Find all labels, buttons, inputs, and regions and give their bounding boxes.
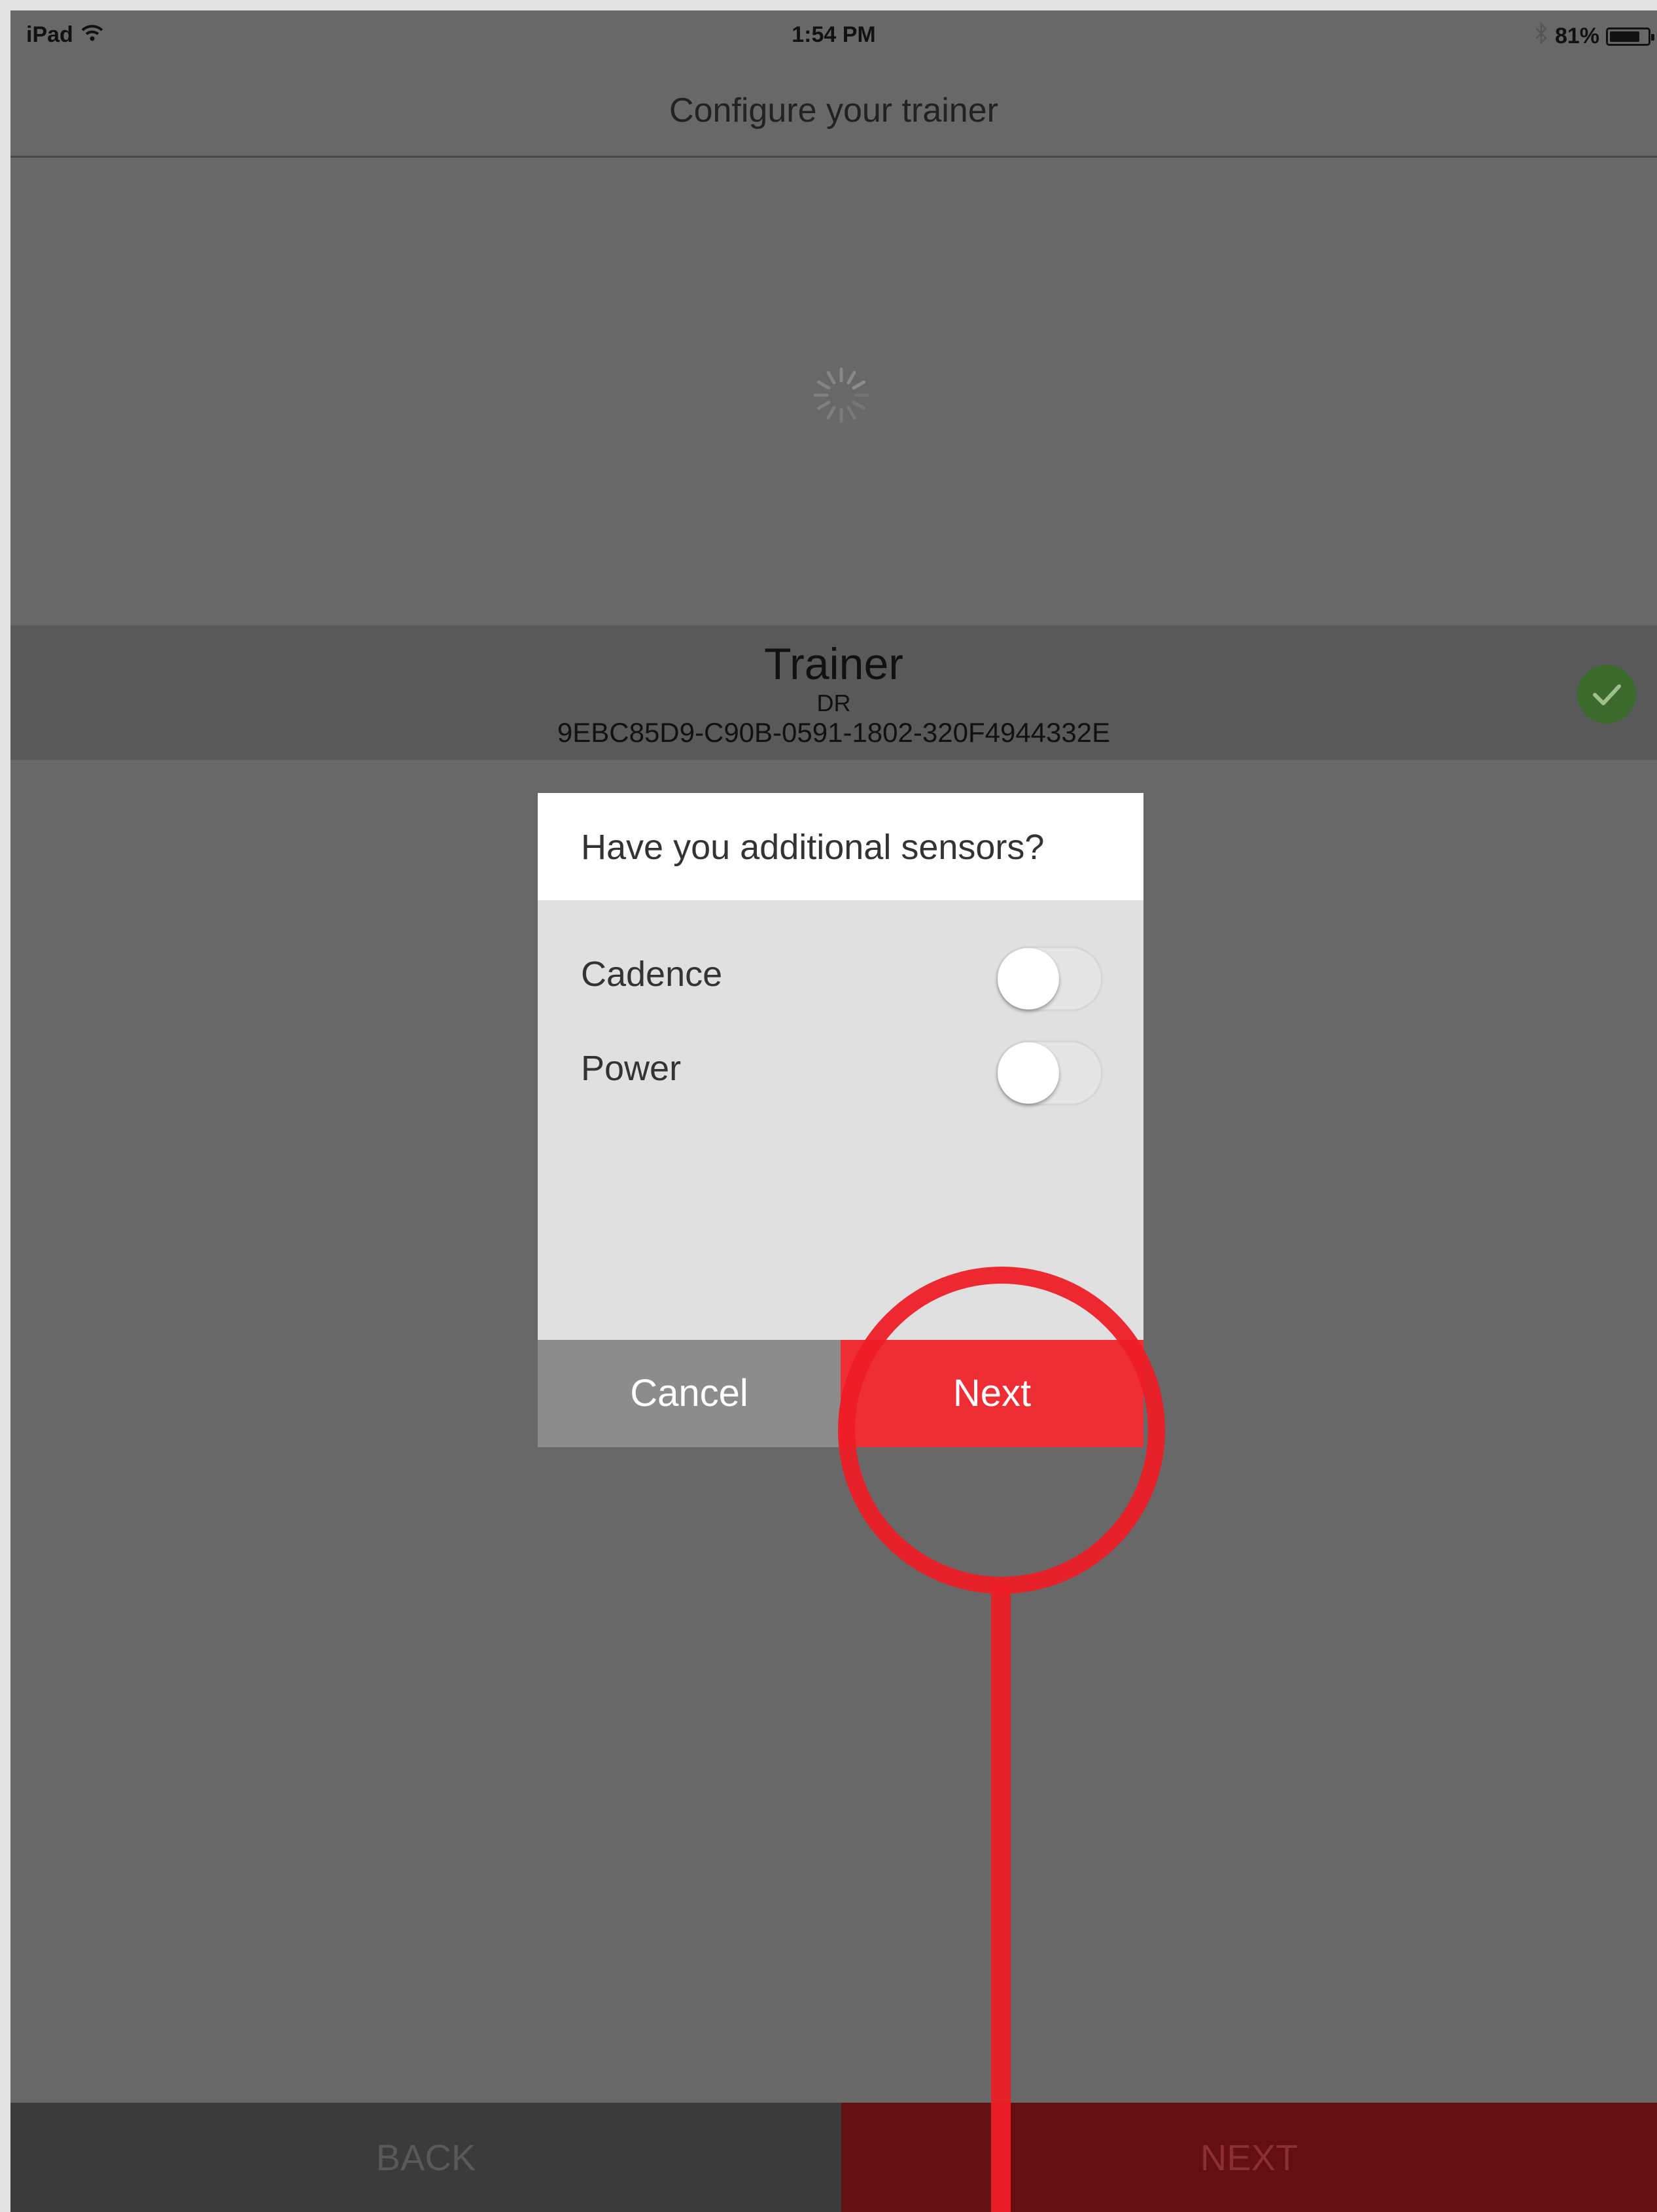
status-time: 1:54 PM: [792, 22, 876, 47]
trainer-model: DR: [816, 690, 851, 716]
back-button[interactable]: BACK: [10, 2103, 841, 2212]
battery-fill: [1610, 31, 1639, 42]
nav-bar: Configure your trainer: [10, 60, 1657, 158]
page-title: Configure your trainer: [669, 92, 998, 130]
dialog-header: Have you additional sensors?: [538, 793, 1143, 900]
spinner-tick: [826, 406, 836, 420]
highlight-circle: [838, 1267, 1165, 1594]
check-circle-icon: [1577, 665, 1636, 724]
spinner-tick: [846, 406, 856, 420]
sensor-label-power: Power: [581, 1049, 682, 1088]
toggle-knob: [998, 948, 1059, 1009]
app-screen: iPad 1:54 PM 81% Configure your trainer …: [10, 10, 1657, 2212]
cancel-button[interactable]: Cancel: [538, 1340, 841, 1447]
sensor-row-power: Power: [538, 1034, 1143, 1106]
battery-icon: [1606, 27, 1654, 46]
spinner-tick: [852, 380, 866, 390]
spinner-tick: [816, 400, 831, 410]
status-right: 81%: [1534, 22, 1654, 50]
power-toggle[interactable]: [996, 1040, 1103, 1106]
spinner-tick: [846, 370, 856, 385]
bottom-next-button[interactable]: NEXT: [841, 2103, 1657, 2212]
trainer-row[interactable]: Trainer DR 9EBC85D9-C90B-0591-1802-320F4…: [10, 625, 1657, 760]
bottom-bar: BACK NEXT: [10, 2103, 1657, 2212]
highlight-pointer-line: [991, 1586, 1011, 2212]
toggle-knob: [998, 1042, 1059, 1104]
status-bar: iPad 1:54 PM 81%: [10, 10, 1657, 60]
spinner-tick: [852, 400, 866, 410]
bluetooth-icon: [1534, 22, 1548, 50]
sensor-row-cadence: Cadence: [538, 939, 1143, 1011]
trainer-name: Trainer: [764, 639, 903, 689]
dialog-title: Have you additional sensors?: [581, 828, 1045, 867]
sensor-label-cadence: Cadence: [581, 955, 723, 994]
spinner-tick: [816, 380, 831, 390]
trainer-id: 9EBC85D9-C90B-0591-1802-320F4944332E: [557, 717, 1111, 748]
spinner-tick: [826, 370, 836, 385]
cadence-toggle[interactable]: [996, 946, 1103, 1011]
loading-spinner-icon: [810, 364, 873, 427]
battery-percent: 81%: [1554, 24, 1599, 48]
